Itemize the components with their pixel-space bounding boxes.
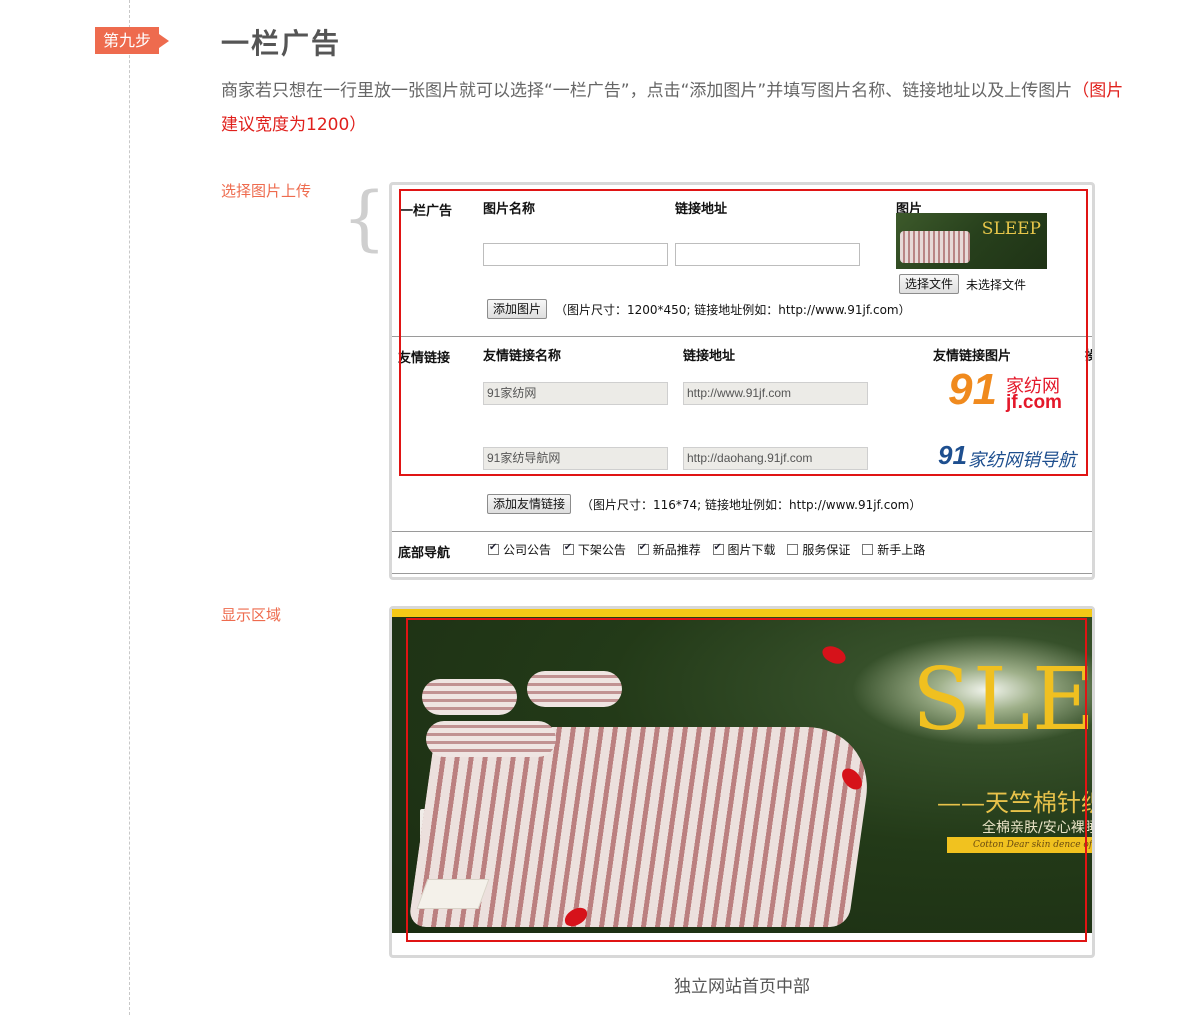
checkbox-checked-icon[interactable] — [712, 542, 724, 555]
checkbox-label: 下架公告 — [577, 543, 626, 557]
checkbox-item[interactable]: 下架公告 — [562, 542, 626, 557]
links-hint: （图片尺寸：116*74; 链接地址例如：http://www.91jf.com… — [581, 498, 922, 512]
display-panel: SLEEP ——天竺棉针织四件 全棉亲肤/安心裸睡 Cotton Dear sk… — [389, 606, 1095, 958]
timeline-dashed-line — [129, 0, 130, 1015]
intro-body: 商家若只想在一行里放一张图片就可以选择“一栏广告”，点击“添加图片”并填写图片名… — [221, 81, 1073, 101]
checkbox-label: 新品推荐 — [652, 543, 701, 557]
checkbox-label: 服务保证 — [802, 543, 851, 557]
checkbox-checked-icon[interactable] — [488, 542, 499, 555]
divider — [392, 573, 1092, 574]
checkbox-label: 图片下载 — [727, 543, 776, 557]
caption: 独立网站首页中部 — [674, 977, 810, 997]
footer-nav-checkboxes: 公司公告 下架公告 新品推荐 图片下载 服务保证 新手上路 — [488, 541, 933, 558]
highlight-frame — [399, 189, 1088, 476]
upload-form-panel: 一栏广告 图片名称 链接地址 图片 SLEEP 选择文件 未选择文件 添加图片 … — [389, 182, 1095, 580]
checkbox-item[interactable]: 图片下载 — [712, 542, 776, 557]
banner-top-strip — [392, 609, 1092, 617]
checkbox-label: 新手上路 — [877, 543, 926, 557]
checkbox-item[interactable]: 新品推荐 — [637, 542, 701, 557]
add-friend-link-button[interactable]: 添加友情链接 — [487, 494, 572, 514]
checkbox-unchecked-icon[interactable] — [862, 544, 874, 555]
display-label: 显示区域 — [221, 606, 282, 624]
highlight-frame — [406, 618, 1087, 942]
checkbox-checked-icon[interactable] — [637, 542, 649, 555]
checkbox-item[interactable]: 公司公告 — [488, 542, 552, 557]
brace-icon: { — [342, 177, 387, 259]
intro-text: 商家若只想在一行里放一张图片就可以选择“一栏广告”，点击“添加图片”并填写图片名… — [221, 74, 1131, 142]
checkbox-label: 公司公告 — [503, 543, 552, 557]
checkbox-checked-icon[interactable] — [562, 542, 574, 555]
footer-nav-label: 底部导航 — [398, 546, 451, 561]
step-badge: 第九步 — [95, 27, 170, 54]
checkbox-item[interactable]: 新手上路 — [862, 543, 925, 557]
page-title: 一栏广告 — [221, 27, 342, 60]
checkbox-item[interactable]: 服务保证 — [787, 543, 850, 557]
checkbox-unchecked-icon[interactable] — [787, 544, 799, 555]
upload-label: 选择图片上传 — [221, 182, 312, 200]
divider — [392, 531, 1092, 532]
